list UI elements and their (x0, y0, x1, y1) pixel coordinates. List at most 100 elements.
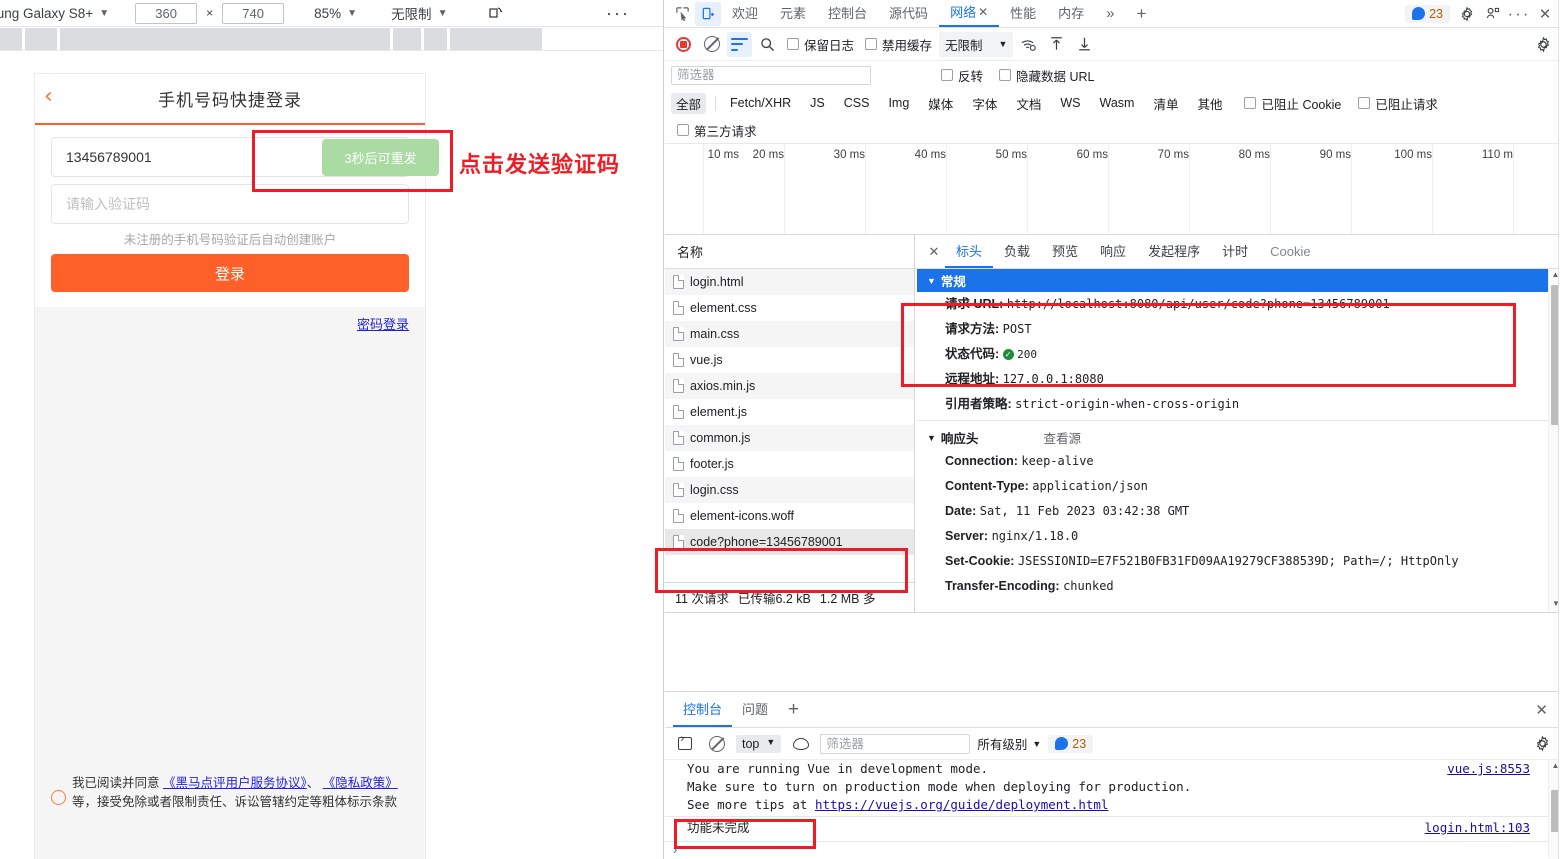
detail-tab-response[interactable]: 响应 (1089, 235, 1137, 268)
error-count-badge[interactable]: 23 (1405, 4, 1450, 23)
console-prompt[interactable]: › (665, 842, 1562, 857)
table-row[interactable]: footer.js (665, 451, 914, 477)
tab-elements[interactable]: 元素 (769, 0, 817, 27)
tab-welcome[interactable]: 欢迎 (721, 0, 769, 27)
table-row-selected[interactable]: code?phone=13456789001 (665, 529, 914, 555)
table-row[interactable]: element.js (665, 399, 914, 425)
settings-gear-icon[interactable] (1454, 2, 1480, 26)
table-row[interactable]: element.css (665, 295, 914, 321)
record-network-log-icon[interactable] (671, 32, 696, 57)
type-filter-media[interactable]: 媒体 (923, 93, 958, 114)
preserve-log-box[interactable] (787, 38, 799, 50)
back-arrow-icon[interactable]: ‹ (44, 86, 53, 108)
tab-sources[interactable]: 源代码 (878, 0, 939, 27)
detail-tab-cookies[interactable]: Cookie (1259, 235, 1321, 268)
type-filter-css[interactable]: CSS (839, 95, 875, 111)
device-height-input[interactable]: 740 (222, 2, 285, 24)
type-filter-js[interactable]: JS (805, 95, 830, 111)
blocked-cookies-box[interactable] (1244, 97, 1257, 109)
console-message-source[interactable]: login.html:103 (1425, 817, 1530, 839)
detail-tab-initiator[interactable]: 发起程序 (1137, 235, 1211, 268)
devtools-close-icon[interactable]: ✕ (1532, 2, 1558, 26)
export-har-icon[interactable] (1072, 32, 1097, 57)
table-row[interactable]: main.css (665, 321, 914, 347)
type-filter-manifest[interactable]: 清单 (1148, 93, 1183, 114)
detail-tab-payload[interactable]: 负载 (993, 235, 1041, 268)
console-message-source[interactable]: vue.js:8553 (1447, 760, 1530, 778)
preserve-log-checkbox[interactable]: 保留日志 (787, 35, 854, 54)
type-filter-ws[interactable]: WS (1055, 95, 1085, 111)
clear-network-log-icon[interactable] (699, 32, 724, 57)
tab-network[interactable]: 网络 ✕ (939, 0, 1000, 27)
type-filter-img[interactable]: Img (883, 95, 914, 111)
detail-close-icon[interactable]: ✕ (923, 244, 945, 260)
console-sidebar-toggle-icon[interactable] (672, 731, 697, 756)
type-filter-doc[interactable]: 文档 (1011, 93, 1046, 114)
device-width-input[interactable]: 360 (135, 2, 198, 24)
request-list-header[interactable]: 名称 (665, 235, 914, 269)
wifi-settings-icon[interactable] (1016, 32, 1041, 57)
disable-cache-checkbox[interactable]: 禁用缓存 (865, 35, 932, 54)
add-tab-icon[interactable]: + (1126, 0, 1158, 27)
hide-data-urls-checkbox[interactable]: 隐藏数据 URL (999, 66, 1095, 85)
tab-performance[interactable]: 性能 (999, 0, 1047, 27)
drawer-tab-issues[interactable]: 问题 (732, 692, 778, 727)
import-har-icon[interactable] (1044, 32, 1069, 57)
type-filter-fetch-xhr[interactable]: Fetch/XHR (725, 95, 796, 111)
invert-box[interactable] (941, 69, 953, 81)
console-settings-gear-icon[interactable] (1530, 731, 1555, 756)
device-more-options-icon[interactable]: ··· (606, 4, 630, 22)
agreement-checkbox[interactable] (51, 790, 66, 805)
drawer-tab-console[interactable]: 控制台 (673, 692, 733, 727)
view-source-link[interactable]: 查看源 (1043, 428, 1081, 447)
network-overview-timeline[interactable]: 10 ms 20 ms 30 ms 40 ms 50 ms 60 ms 70 m… (665, 143, 1562, 235)
table-row[interactable]: login.css (665, 477, 914, 503)
table-row[interactable]: element-icons.woff (665, 503, 914, 529)
rotate-device-icon[interactable] (487, 4, 505, 22)
live-expression-eye-icon[interactable] (788, 731, 813, 756)
detail-tab-headers[interactable]: 标头 (945, 235, 994, 268)
tab-memory[interactable]: 内存 (1047, 0, 1095, 27)
blocked-requests-box[interactable] (1358, 97, 1371, 109)
type-filter-font[interactable]: 字体 (967, 93, 1002, 114)
type-filter-other[interactable]: 其他 (1192, 93, 1227, 114)
service-agreement-link[interactable]: 《黑马点评用户服务协议》 (163, 776, 307, 790)
devtools-more-icon[interactable]: ··· (1506, 2, 1532, 26)
tab-console[interactable]: 控制台 (817, 0, 878, 27)
login-button[interactable]: 登录 (51, 254, 409, 292)
clear-console-icon[interactable] (704, 731, 729, 756)
privacy-policy-link[interactable]: 《隐私政策》 (323, 776, 398, 790)
password-login-link[interactable]: 密码登录 (357, 314, 409, 333)
inspect-element-icon[interactable] (669, 2, 695, 26)
device-select-chevron-icon[interactable]: ▼ (99, 8, 109, 19)
hide-data-urls-box[interactable] (999, 69, 1012, 81)
more-tabs-icon[interactable]: » (1095, 0, 1125, 27)
network-settings-gear-icon[interactable] (1531, 32, 1556, 57)
detail-tab-timing[interactable]: 计时 (1211, 235, 1259, 268)
filter-toggle-icon[interactable] (727, 31, 752, 57)
table-row[interactable]: vue.js (665, 347, 914, 373)
table-row[interactable]: login.html (665, 269, 914, 295)
response-headers-section-header[interactable]: ▼ 响应头 查看源 (917, 426, 1562, 449)
network-throttle-select[interactable]: 无限制 ▼ (939, 31, 1014, 57)
throttle-chevron-icon[interactable]: ▼ (438, 8, 448, 19)
network-throttle-label[interactable]: 无限制 (391, 3, 432, 23)
zoom-chevron-icon[interactable]: ▼ (347, 8, 357, 19)
console-context-select[interactable]: top ▼ (736, 734, 782, 753)
send-code-button[interactable]: 3秒后可重发 (322, 139, 439, 176)
network-filter-input[interactable]: 筛选器 (671, 65, 871, 85)
verify-code-input[interactable]: 请输入验证码 (51, 184, 409, 224)
type-filter-all[interactable]: 全部 (671, 92, 707, 114)
search-icon[interactable] (755, 32, 780, 57)
console-log-levels-select[interactable]: 所有级别 ▼ (977, 734, 1041, 753)
vuejs-deployment-link[interactable]: https://vuejs.org/guide/deployment.html (815, 797, 1109, 812)
blocked-cookies-checkbox[interactable]: 已阻止 Cookie (1244, 94, 1341, 113)
table-row[interactable]: common.js (665, 425, 914, 451)
general-section-header[interactable]: ▼ 常规 (917, 269, 1562, 292)
customize-devtools-icon[interactable] (1480, 2, 1506, 26)
third-party-checkbox[interactable]: 第三方请求 (677, 121, 757, 140)
invert-checkbox[interactable]: 反转 (941, 66, 983, 85)
disable-cache-box[interactable] (865, 38, 878, 50)
drawer-add-tab-icon[interactable]: + (778, 699, 809, 720)
tab-network-close-icon[interactable]: ✕ (978, 0, 988, 26)
